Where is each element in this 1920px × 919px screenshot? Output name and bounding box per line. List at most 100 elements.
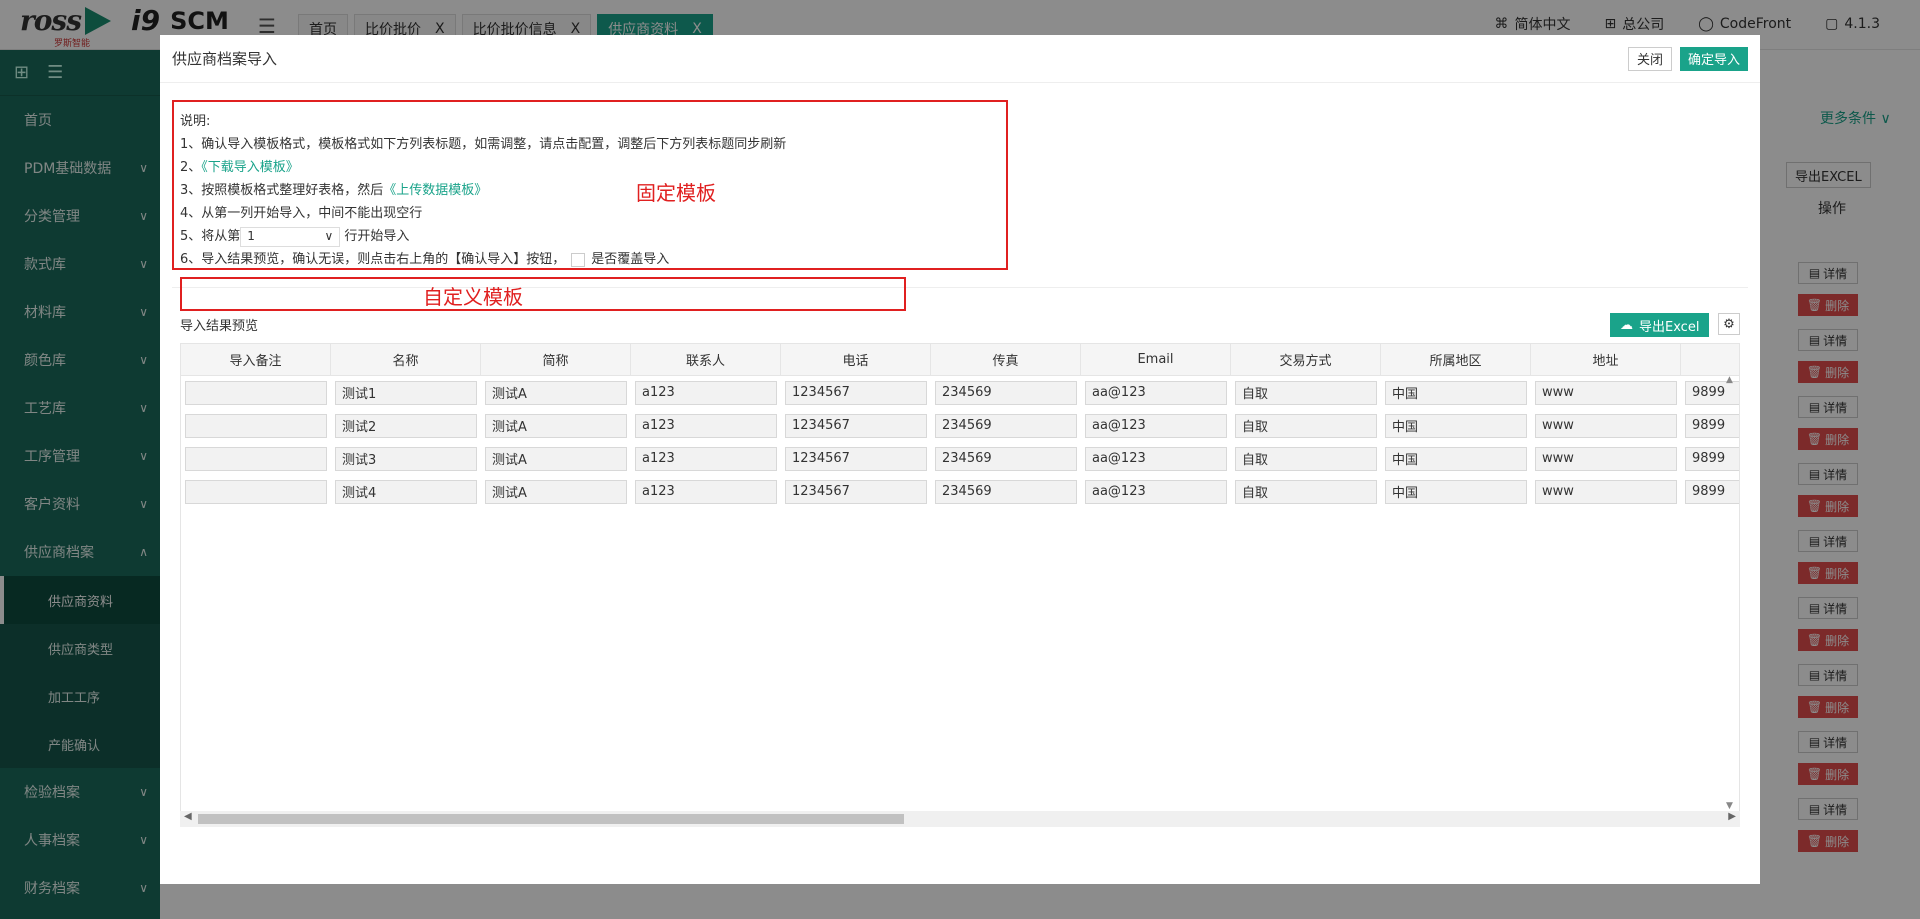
download-template-link[interactable]: 《下载导入模板》: [201, 160, 299, 175]
scroll-left-icon[interactable]: ◀: [184, 811, 192, 822]
table-row: 测试2 测试A a123 1234567 234569 aa@123 自取 中国 www 9899: [181, 409, 1739, 442]
cell-input[interactable]: 1234567: [785, 479, 927, 504]
instruction-6-prefix: 6、导入结果预览，确认无误，则点击右上角的【确认导入】按钮，: [180, 252, 566, 267]
column-header: 联系人: [631, 344, 781, 375]
preview-label: 导入结果预览: [180, 319, 259, 334]
cloud-upload-icon: ☁: [1620, 317, 1633, 333]
scroll-up-icon[interactable]: ▲: [1726, 375, 1733, 385]
cell-input[interactable]: www: [1535, 479, 1677, 504]
modal-title: 供应商档案导入: [172, 50, 278, 68]
column-header: 地址: [1531, 344, 1681, 375]
cell-input[interactable]: 1234567: [785, 413, 927, 438]
cell-input[interactable]: 测试A: [485, 479, 627, 504]
table-row: 测试3 测试A a123 1234567 234569 aa@123 自取 中国 www 9899: [181, 442, 1739, 475]
cell-input[interactable]: aa@123: [1085, 479, 1227, 504]
cell-input[interactable]: 234569: [935, 380, 1077, 405]
table-cell: 自取: [1231, 479, 1381, 504]
cell-input[interactable]: 自取: [1235, 446, 1377, 471]
cell-input[interactable]: 1234567: [785, 380, 927, 405]
confirm-import-button[interactable]: 确定导入: [1679, 46, 1748, 71]
instruction-3: 3、按照模板格式整理好表格，然后《上传数据模板》: [180, 179, 1000, 202]
cell-input[interactable]: [185, 446, 327, 471]
table-row: 测试4 测试A a123 1234567 234569 aa@123 自取 中国 www 9899: [181, 475, 1739, 508]
cell-input[interactable]: 中国: [1385, 479, 1527, 504]
instruction-5-prefix: 5、将从第: [180, 229, 241, 244]
chevron-down-icon: ∨: [324, 229, 334, 243]
overwrite-checkbox[interactable]: [571, 252, 586, 267]
scroll-right-icon[interactable]: ▶: [1728, 811, 1736, 822]
cell-input[interactable]: a123: [635, 380, 777, 405]
table-cell: 234569: [931, 413, 1081, 438]
preview-table: 导入备注 名称 简称 联系人 电话 传真 Email 交易方式 所属地区 地址 测试1 测试A a12…: [180, 343, 1740, 823]
table-cell: 中国: [1381, 479, 1531, 504]
cell-input[interactable]: 测试2: [335, 413, 477, 438]
vertical-scrollbar[interactable]: ▲ ▼: [1723, 375, 1739, 811]
scroll-thumb[interactable]: [198, 814, 904, 824]
cell-input[interactable]: aa@123: [1085, 380, 1227, 405]
table-cell: 1234567: [781, 446, 931, 471]
cell-input[interactable]: aa@123: [1085, 413, 1227, 438]
table-row: 测试1 测试A a123 1234567 234569 aa@123 自取 中国 www 9899: [181, 376, 1739, 409]
instruction-4: 4、从第一列开始导入，中间不能出现空行: [180, 206, 423, 221]
table-cell: a123: [631, 380, 781, 405]
table-cell: aa@123: [1081, 479, 1231, 504]
table-cell: www: [1531, 413, 1681, 438]
table-cell: aa@123: [1081, 446, 1231, 471]
cell-input[interactable]: 自取: [1235, 380, 1377, 405]
cell-input[interactable]: 234569: [935, 413, 1077, 438]
cell-input[interactable]: [185, 380, 327, 405]
cell-input[interactable]: a123: [635, 446, 777, 471]
column-header: 电话: [781, 344, 931, 375]
instruction-5: 5、将从第 1 ∨ 行开始导入: [180, 225, 1000, 248]
cell-input[interactable]: 测试3: [335, 446, 477, 471]
cell-input[interactable]: www: [1535, 380, 1677, 405]
cell-input[interactable]: 中国: [1385, 446, 1527, 471]
cell-input[interactable]: 测试A: [485, 446, 627, 471]
cell-input[interactable]: 测试A: [485, 380, 627, 405]
export-excel-button[interactable]: ☁ 导出Excel: [1610, 313, 1710, 337]
cell-input[interactable]: 自取: [1235, 413, 1377, 438]
cell-input[interactable]: 自取: [1235, 479, 1377, 504]
start-row-value: 1: [247, 229, 255, 243]
table-cell: www: [1531, 446, 1681, 471]
table-cell: 测试A: [481, 413, 631, 438]
column-header: [1681, 344, 1739, 375]
cell-input[interactable]: aa@123: [1085, 446, 1227, 471]
table-cell: aa@123: [1081, 380, 1231, 405]
cell-input[interactable]: 测试1: [335, 380, 477, 405]
cell-input[interactable]: [185, 413, 327, 438]
table-settings-gear-icon[interactable]: ⚙: [1718, 313, 1740, 335]
cell-input[interactable]: 中国: [1385, 413, 1527, 438]
cell-input[interactable]: 234569: [935, 479, 1077, 504]
scroll-down-icon[interactable]: ▼: [1726, 801, 1733, 811]
cell-input[interactable]: [185, 479, 327, 504]
instructions-box: 说明: 1、确认导入模板格式，模板格式如下方列表标题，如需调整，请点击配置，调整…: [172, 100, 1008, 270]
instruction-2-prefix: 2、: [180, 160, 202, 175]
table-cell: [181, 413, 331, 438]
cell-input[interactable]: www: [1535, 446, 1677, 471]
table-cell: [181, 479, 331, 504]
close-button[interactable]: 关闭: [1627, 46, 1672, 71]
table-cell: 中国: [1381, 380, 1531, 405]
instruction-6: 6、导入结果预览，确认无误，则点击右上角的【确认导入】按钮， 是否覆盖导入: [180, 248, 1000, 271]
cell-input[interactable]: 1234567: [785, 446, 927, 471]
instruction-3-prefix: 3、按照模板格式整理好表格，然后: [180, 183, 384, 198]
cell-input[interactable]: 测试A: [485, 413, 627, 438]
table-cell: 测试4: [331, 479, 481, 504]
table-cell: 234569: [931, 446, 1081, 471]
horizontal-scrollbar[interactable]: ◀ ▶: [180, 811, 1740, 827]
cell-input[interactable]: 测试4: [335, 479, 477, 504]
cell-input[interactable]: 中国: [1385, 380, 1527, 405]
table-cell: 1234567: [781, 479, 931, 504]
modal-header: 供应商档案导入 关闭 确定导入: [160, 35, 1760, 83]
upload-data-link[interactable]: 《上传数据模板》: [383, 183, 487, 198]
cell-input[interactable]: a123: [635, 479, 777, 504]
table-cell: 测试A: [481, 380, 631, 405]
instruction-5-suffix: 行开始导入: [344, 229, 410, 244]
start-row-select[interactable]: 1 ∨: [240, 226, 341, 247]
cell-input[interactable]: www: [1535, 413, 1677, 438]
cell-input[interactable]: a123: [635, 413, 777, 438]
table-cell: [181, 380, 331, 405]
cell-input[interactable]: 234569: [935, 446, 1077, 471]
custom-template-box: [180, 277, 906, 311]
